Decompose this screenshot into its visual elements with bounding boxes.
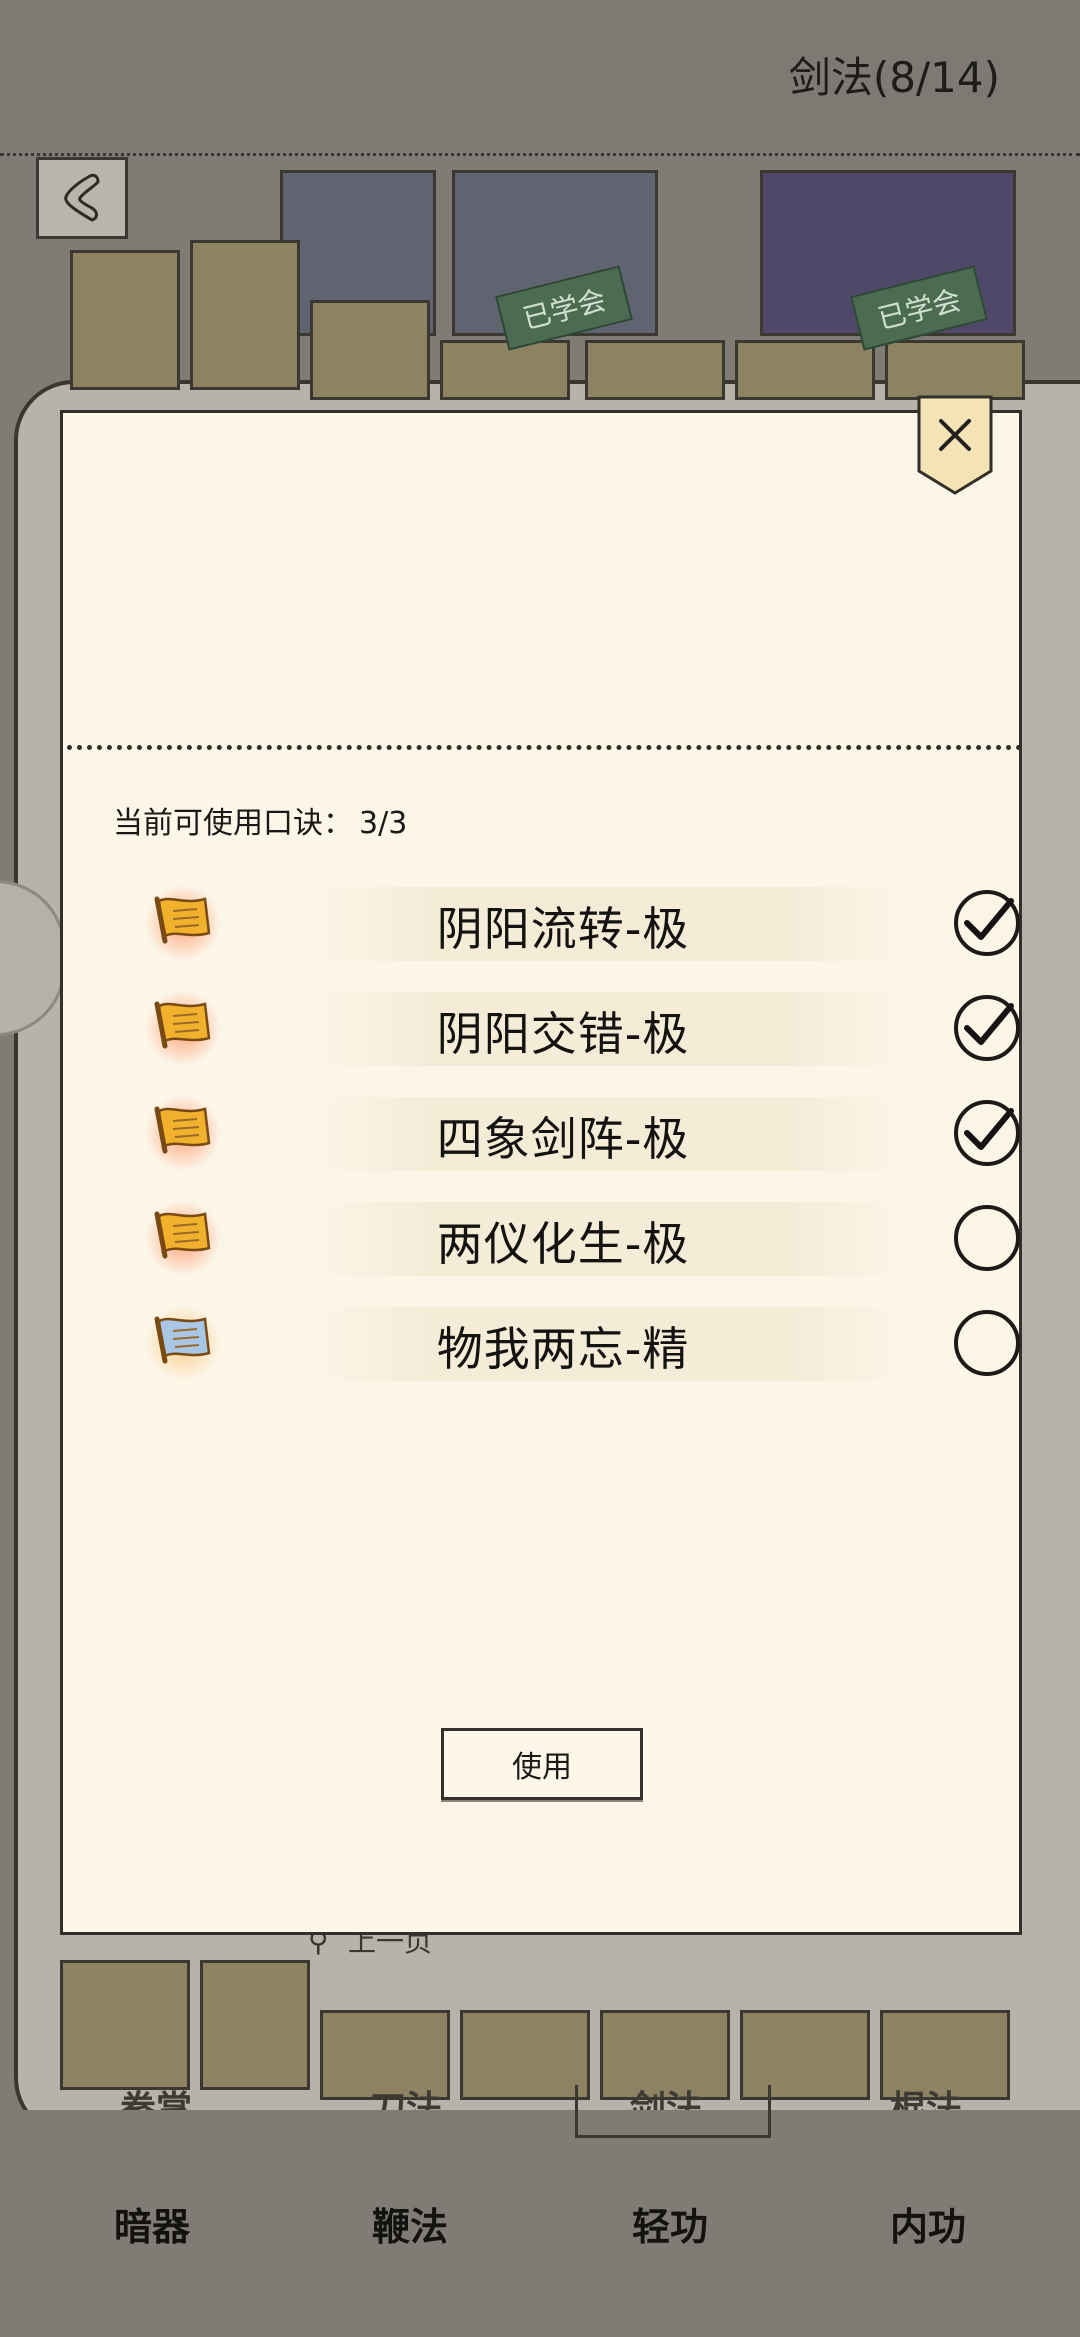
- technique-row[interactable]: 阴阳交错-极: [143, 988, 1020, 1068]
- technique-select-dialog: 当前可使用口诀： 3/3 阴阳流转-极 阴阳交错-极 四象剑阵-极 两仪化生-极 物我两忘…: [60, 395, 1022, 1935]
- tab-lightness[interactable]: 轻功: [570, 2196, 770, 2251]
- gold-scroll-icon: [143, 883, 223, 963]
- use-button[interactable]: 使用: [441, 1728, 643, 1800]
- blue-scroll-icon: [143, 1303, 223, 1383]
- active-tab-indicator: [575, 2085, 771, 2138]
- tab-hidden-weapons[interactable]: 暗器: [52, 2196, 252, 2251]
- checkbox-checked[interactable]: [951, 1097, 1023, 1169]
- technique-row[interactable]: 两仪化生-极: [143, 1198, 1020, 1278]
- close-button[interactable]: [915, 393, 995, 499]
- book: [190, 240, 300, 390]
- checkbox-unchecked[interactable]: [951, 1202, 1023, 1274]
- technique-name: 阴阳流转-极: [436, 902, 690, 956]
- gold-scroll-icon: [143, 988, 223, 1068]
- book: [200, 1960, 310, 2090]
- technique-name: 物我两忘-精: [436, 1322, 690, 1376]
- quota-text: 当前可使用口诀： 3/3: [113, 798, 407, 842]
- technique-name: 四象剑阵-极: [436, 1112, 690, 1166]
- back-arrow-icon: [64, 173, 100, 222]
- book: [60, 1960, 190, 2090]
- gold-scroll-icon: [143, 1093, 223, 1173]
- checkbox-checked[interactable]: [951, 992, 1023, 1064]
- technique-row[interactable]: 四象剑阵-极: [143, 1093, 1020, 1173]
- book: [460, 2010, 590, 2100]
- book: [585, 340, 725, 400]
- tab-inner-power[interactable]: 内功: [828, 2196, 1028, 2251]
- page-title: 剑法(8/14): [788, 53, 1000, 102]
- dialog-divider: [67, 745, 1022, 750]
- back-button[interactable]: [36, 157, 128, 239]
- header-divider: [0, 153, 1080, 156]
- book: [885, 340, 1025, 400]
- technique-row[interactable]: 物我两忘-精: [143, 1303, 1020, 1383]
- technique-name: 两仪化生-极: [436, 1217, 690, 1271]
- checkbox-unchecked[interactable]: [951, 1307, 1023, 1379]
- technique-row[interactable]: 阴阳流转-极: [143, 883, 1020, 963]
- gold-scroll-icon: [143, 1198, 223, 1278]
- book: [310, 300, 430, 400]
- tab-whip[interactable]: 鞭法: [310, 2196, 510, 2251]
- book: [440, 340, 570, 400]
- checkbox-checked[interactable]: [951, 887, 1023, 959]
- book: [735, 340, 875, 400]
- book: [70, 250, 180, 390]
- quota-label: 当前可使用口诀：: [113, 806, 353, 841]
- technique-name: 阴阳交错-极: [436, 1007, 690, 1061]
- quota-value: 3/3: [359, 806, 408, 841]
